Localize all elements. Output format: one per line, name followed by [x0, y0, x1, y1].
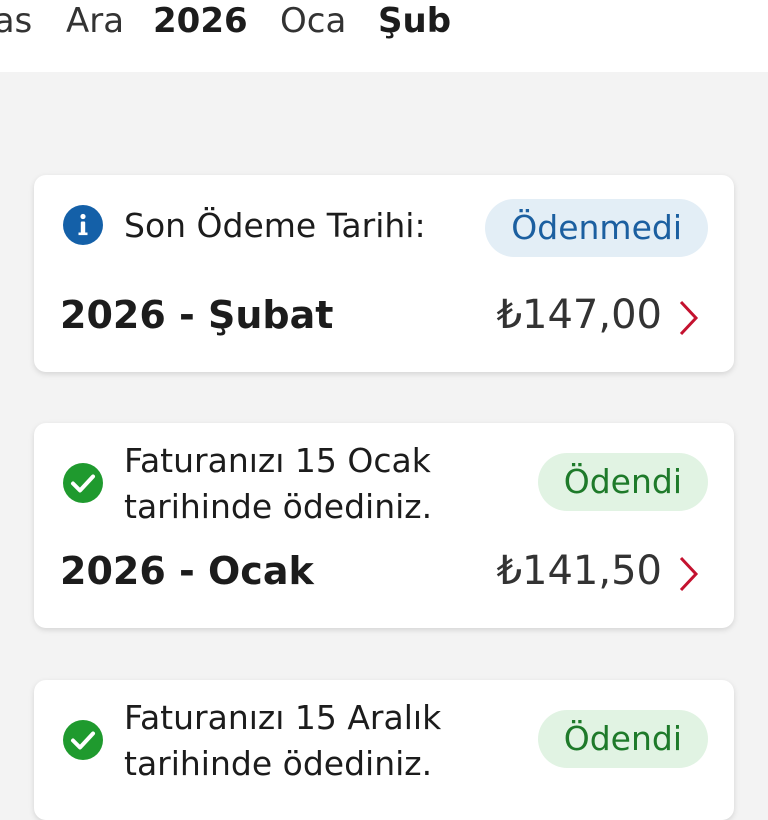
year-label-2026: 2026: [153, 1, 248, 41]
status-badge-paid: Ödendi: [537, 710, 708, 768]
chevron-right-icon[interactable]: [676, 554, 700, 594]
bill-period: 2026 - Şubat: [60, 293, 334, 337]
status-badge-paid: Ödendi: [537, 453, 708, 511]
message-line: Son Ödeme Tarihi:: [124, 206, 426, 245]
payment-message: Faturanızı 15 Aralık tarihinde ödediniz.: [124, 695, 441, 787]
bill-amount: ₺147,00: [496, 292, 662, 338]
bill-amount: ₺141,50: [496, 548, 662, 594]
tab-oca[interactable]: Oca: [280, 0, 346, 42]
message-line: Faturanızı 15 Ocak: [124, 441, 431, 480]
due-date-label: Son Ödeme Tarihi:: [124, 203, 426, 249]
month-tab-bar: Kas Ara 2026 Oca Şub: [0, 0, 768, 72]
info-icon: [62, 204, 104, 246]
tab-ara[interactable]: Ara: [66, 0, 124, 42]
status-badge-unpaid: Ödenmedi: [485, 199, 708, 257]
message-line: Faturanızı 15 Aralık: [124, 698, 442, 737]
bill-card-aralik[interactable]: Faturanızı 15 Aralık tarihinde ödediniz.…: [34, 680, 734, 820]
check-circle-icon: [62, 719, 104, 761]
message-line: tarihinde ödediniz.: [124, 744, 433, 783]
check-circle-icon: [62, 462, 104, 504]
chevron-right-icon[interactable]: [676, 298, 700, 338]
bill-card-ocak[interactable]: Faturanızı 15 Ocak tarihinde ödediniz. Ö…: [34, 423, 734, 628]
message-line: tarihinde ödediniz.: [124, 487, 433, 526]
bill-period: 2026 - Ocak: [60, 549, 314, 593]
bill-card-subat[interactable]: Son Ödeme Tarihi: Ödenmedi 2026 - Şubat …: [34, 175, 734, 372]
payment-message: Faturanızı 15 Ocak tarihinde ödediniz.: [124, 438, 432, 530]
tab-kas[interactable]: Kas: [0, 0, 32, 42]
tab-sub-selected[interactable]: Şub: [378, 0, 451, 42]
